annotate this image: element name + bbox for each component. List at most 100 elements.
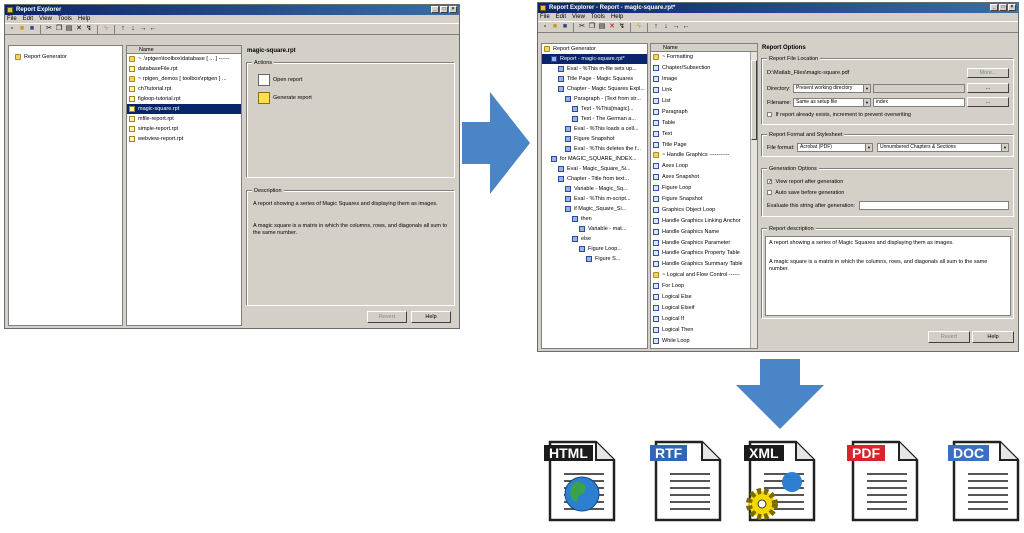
view-after-check-box[interactable]: ✓ [767, 179, 772, 185]
move-up-icon[interactable]: ↑ [119, 25, 127, 33]
component-list-item[interactable]: Link [651, 85, 757, 96]
minimize-icon[interactable]: _ [990, 4, 998, 11]
component-list-item[interactable]: Logical Else [651, 292, 757, 303]
tree-node[interactable]: Figure S... [542, 254, 647, 264]
file-list-item[interactable]: magic-square.rpt [127, 104, 241, 114]
chevron-down-icon[interactable]: ▼ [865, 144, 872, 151]
component-list-item[interactable]: Handle Graphics Name [651, 226, 757, 237]
chevron-down-icon[interactable]: ▼ [863, 85, 870, 92]
tree-node[interactable]: Chapter - Magic Squares Expl... [542, 84, 647, 94]
file-list-item[interactable]: mfile-report.rpt [127, 114, 241, 124]
tree-node[interactable]: Text - %This[magic]... [542, 104, 647, 114]
component-list-item[interactable]: Image [651, 74, 757, 85]
browse-filename-button[interactable]: ... [967, 97, 1009, 107]
component-scrollbar[interactable] [750, 52, 757, 348]
component-list-item[interactable]: Chapter/Subsection [651, 63, 757, 74]
file-list-item[interactable]: databaseFile.rpt [127, 64, 241, 74]
tree-node[interactable]: Eval - %This loads a cell... [542, 124, 647, 134]
file-list-item[interactable]: webview-report.rpt [127, 134, 241, 144]
copy-icon[interactable]: ❐ [588, 23, 596, 31]
browse-directory-button[interactable]: ... [967, 83, 1009, 93]
file-list-item[interactable]: ~ .\rptgen\toolbox\database [ ... ] ----… [127, 54, 241, 64]
menu-item[interactable]: Help [78, 15, 90, 23]
tree-node[interactable]: else [542, 234, 647, 244]
copy-icon[interactable]: ❐ [55, 25, 63, 33]
tree-node[interactable]: Report Generator [542, 44, 647, 54]
auto-save-check-box[interactable] [767, 190, 772, 196]
menu-item[interactable]: File [7, 15, 17, 23]
component-list-item[interactable]: ~ Handle Graphics ----------- [651, 150, 757, 161]
open-folder-icon[interactable]: ■ [551, 23, 559, 31]
tree-node[interactable]: Figure Loop... [542, 244, 647, 254]
menu-item[interactable]: Edit [23, 15, 33, 23]
maximize-icon[interactable]: □ [440, 6, 448, 13]
left-file-list[interactable]: Name ~ .\rptgen\toolbox\database [ ... ]… [126, 45, 242, 326]
move-left-icon[interactable]: ← [149, 25, 157, 33]
tree-node[interactable]: Variable - mat... [542, 224, 647, 234]
maximize-icon[interactable]: □ [999, 4, 1007, 11]
move-down-icon[interactable]: ↓ [662, 23, 670, 31]
component-list-item[interactable]: Logical Then [651, 324, 757, 335]
component-list-item[interactable]: Axes Snapshot [651, 172, 757, 183]
cut-icon[interactable]: ✂ [578, 23, 586, 31]
tree-node[interactable]: Eval - %This m-file sets up... [542, 64, 647, 74]
component-list-item[interactable]: Text [651, 128, 757, 139]
paste-icon[interactable]: ▤ [65, 25, 73, 33]
delete-icon[interactable]: ✕ [608, 23, 616, 31]
help-button[interactable]: Help [972, 331, 1014, 343]
stylesheet-select[interactable]: Unnumbered Chapters & Sections ▼ [877, 143, 1009, 152]
left-tree-pane[interactable]: Report Generator [8, 45, 123, 326]
component-list-item[interactable]: List [651, 96, 757, 107]
file-list-item[interactable]: simple-report.rpt [127, 124, 241, 134]
overwrite-checkbox[interactable]: If report already exists, increment to p… [767, 112, 911, 118]
menu-item[interactable]: View [39, 15, 52, 23]
action-open-report[interactable]: Open report [256, 74, 302, 86]
action-generate-report[interactable]: Generate report [256, 92, 312, 104]
filename-text-field[interactable]: index [873, 98, 965, 107]
component-list-item[interactable]: For Loop [651, 281, 757, 292]
scroll-thumb[interactable] [751, 60, 757, 140]
tree-node[interactable]: Variable - Magic_Sq... [542, 184, 647, 194]
generate-icon[interactable]: ϟ [635, 23, 643, 31]
menu-item[interactable]: Help [611, 13, 623, 21]
save-icon[interactable]: ■ [28, 25, 36, 33]
tree-node[interactable]: Eval - %This deletes the f... [542, 144, 647, 154]
menu-item[interactable]: File [540, 13, 550, 21]
new-file-icon[interactable]: ▫ [541, 23, 549, 31]
tree-node[interactable]: for MAGIC_SQUARE_INDEX... [542, 154, 647, 164]
menu-item[interactable]: Tools [591, 13, 605, 21]
tree-node[interactable]: Text - The German a... [542, 114, 647, 124]
component-list[interactable]: Name ~ Formatting Chapter/Subsection Image… [650, 43, 758, 349]
overwrite-check-box[interactable] [767, 112, 772, 118]
tree-node[interactable]: then [542, 214, 647, 224]
directory-select[interactable]: Present working directory ▼ [793, 84, 871, 93]
move-right-icon[interactable]: → [672, 23, 680, 31]
move-up-icon[interactable]: ↑ [652, 23, 660, 31]
component-list-item[interactable]: ~ Formatting [651, 52, 757, 63]
help-button[interactable]: Help [411, 311, 451, 323]
close-icon[interactable]: × [449, 6, 457, 13]
tree-node[interactable]: Report - magic-square.rpt* [542, 54, 647, 64]
close-icon[interactable]: × [1008, 4, 1016, 11]
delete-icon[interactable]: ✕ [75, 25, 83, 33]
move-left-icon[interactable]: ← [682, 23, 690, 31]
menu-item[interactable]: Edit [556, 13, 566, 21]
component-list-item[interactable]: Logical If [651, 313, 757, 324]
paste-icon[interactable]: ▤ [598, 23, 606, 31]
generate-icon[interactable]: ϟ [102, 25, 110, 33]
component-list-item[interactable]: Handle Graphics Summary Table [651, 259, 757, 270]
revert-button[interactable]: Revert [367, 311, 407, 323]
file-list-item[interactable]: figloop-tutorial.rpt [127, 94, 241, 104]
component-list-item[interactable]: Figure Snapshot [651, 194, 757, 205]
file-list-item[interactable]: ch7tutorial.rpt [127, 84, 241, 94]
revert-button[interactable]: Revert [928, 331, 970, 343]
filename-select[interactable]: Same as setup file ▼ [793, 98, 871, 107]
tree-node[interactable]: Eval - Magic_Square_Si... [542, 164, 647, 174]
right-tree-pane[interactable]: Report Generator Report - magic-square.rp… [541, 43, 648, 349]
evaluate-input[interactable] [859, 201, 1009, 210]
tree-node[interactable]: Report Generator [9, 52, 122, 62]
file-list-item[interactable]: ~ rptgen_demos [ toolbox\rptgen ] ... [127, 74, 241, 84]
component-list-item[interactable]: Title Page [651, 139, 757, 150]
minimize-icon[interactable]: _ [431, 6, 439, 13]
move-icon[interactable]: ↯ [618, 23, 626, 31]
